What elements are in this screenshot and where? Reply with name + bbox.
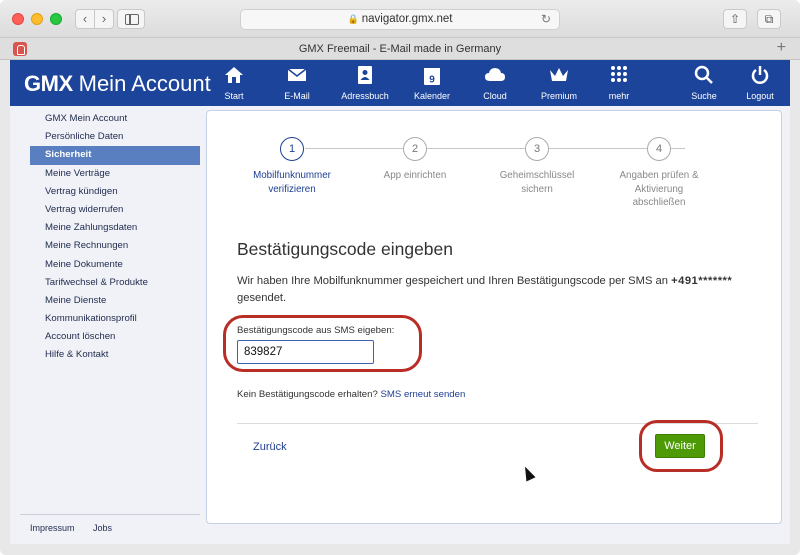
sidebar-item-meine-vertraege[interactable]: Meine Verträge (30, 165, 200, 183)
nav-label: Kalender (413, 91, 451, 101)
address-bar[interactable]: 🔒 navigator.gmx.net ↻ (240, 9, 560, 30)
step-label-line: abschließen (632, 197, 686, 208)
step-label-line: Geheimschlüssel (499, 170, 575, 181)
brand-bold: GMX (24, 71, 73, 96)
nav-premium[interactable]: Premium (526, 65, 592, 101)
nav-label: Cloud (483, 91, 507, 101)
mouse-cursor-icon (520, 464, 536, 482)
step-3-circle: 3 (525, 137, 549, 161)
step-label-line: Angaben prüfen & (619, 170, 699, 181)
tab-overview-icon[interactable]: ⧉ (757, 9, 781, 29)
gmx-header: GMX Mein Account Start E-Mail Adressbuch … (10, 60, 790, 106)
step-3-label: Geheimschlüssel sichern (482, 169, 592, 196)
wizard-steps: 1 Mobilfunknummer verifizieren 2 App ein… (207, 137, 783, 217)
page-title: Bestätigungscode eingeben (237, 239, 454, 259)
step-2-label: App einrichten (360, 169, 470, 183)
power-icon (727, 65, 793, 89)
sms-sent-message: Wir haben Ihre Mobilfunknummer gespeiche… (237, 273, 757, 307)
calendar-day: 9 (429, 75, 435, 86)
step-1-circle: 1 (280, 137, 304, 161)
zoom-window-button[interactable] (50, 13, 62, 25)
lock-icon: 🔒 (347, 14, 359, 24)
cloud-icon (462, 65, 528, 89)
resend-sms-link[interactable]: SMS erneut senden (380, 389, 465, 400)
browser-window: ‹ › 🔒 navigator.gmx.net ↻ ⇧ ⧉ GMX Freemai… (0, 0, 800, 555)
sidebar-item-hilfe[interactable]: Hilfe & Kontakt (30, 346, 200, 364)
nav-label: Adressbuch (341, 91, 389, 101)
url-text: navigator.gmx.net (361, 13, 453, 25)
step-2-circle: 2 (403, 137, 427, 161)
step-label-line: App einrichten (383, 170, 447, 181)
home-icon (201, 65, 267, 89)
step-4-label: Angaben prüfen & Aktivierung abschließen (604, 169, 714, 210)
brand-logo[interactable]: GMX Mein Account (24, 71, 211, 97)
nav-label: Premium (540, 91, 577, 101)
step-1-label: Mobilfunknummer verifizieren (237, 169, 347, 196)
footer-link-jobs[interactable]: Jobs (93, 523, 112, 533)
no-code-question: Kein Bestätigungscode erhalten? (237, 389, 381, 400)
nav-label: Logout (746, 91, 774, 101)
browser-toolbar: ‹ › 🔒 navigator.gmx.net ↻ ⇧ ⧉ (0, 0, 800, 38)
message-text: Wir haben Ihre Mobilfunknummer gespeiche… (237, 275, 668, 287)
brand-rest: Mein Account (78, 71, 211, 96)
addressbook-icon (332, 65, 398, 89)
highlight-ring-code (223, 315, 422, 372)
crown-icon (526, 65, 592, 89)
minimize-window-button[interactable] (31, 13, 43, 25)
sidebar-item-rechnungen[interactable]: Meine Rechnungen (30, 237, 200, 255)
nav-cloud[interactable]: Cloud (462, 65, 528, 101)
sidebar-item-vertrag-kuendigen[interactable]: Vertrag kündigen (30, 183, 200, 201)
masked-phone-number: +491******* (671, 275, 733, 287)
sidebar-item-zahlungsdaten[interactable]: Meine Zahlungsdaten (30, 219, 200, 237)
nav-kalender[interactable]: 9 Kalender (399, 65, 465, 101)
steps-connector (305, 148, 685, 149)
sidebar-item-vertrag-widerrufen[interactable]: Vertrag widerrufen (30, 201, 200, 219)
nav-label: Start (224, 91, 244, 101)
tab-title[interactable]: GMX Freemail - E-Mail made in Germany (0, 43, 800, 55)
close-window-button[interactable] (12, 13, 24, 25)
back-link[interactable]: Zurück (253, 441, 287, 453)
sidebar-item-dienste[interactable]: Meine Dienste (30, 292, 200, 310)
back-arrow-icon[interactable]: ‹ (75, 9, 95, 29)
nav-email[interactable]: E-Mail (264, 65, 330, 101)
sidebar-item-tarifwechsel[interactable]: Tarifwechsel & Produkte (30, 274, 200, 292)
forward-arrow-icon[interactable]: › (94, 9, 114, 29)
sidebar-item-persoenliche-daten[interactable]: Persönliche Daten (30, 128, 200, 146)
nav-label: E-Mail (284, 91, 310, 101)
sidebar-item-mein-account[interactable]: GMX Mein Account (30, 110, 200, 128)
share-icon[interactable]: ⇧ (723, 9, 747, 29)
no-code-received-text: Kein Bestätigungscode erhalten? SMS erne… (237, 389, 465, 400)
nav-label: Suche (691, 91, 717, 101)
step-label-line: Aktivierung (634, 183, 684, 195)
page-footer: Impressum Jobs (20, 514, 200, 533)
nav-start[interactable]: Start (201, 65, 267, 101)
mail-icon (264, 65, 330, 89)
nav-adressbuch[interactable]: Adressbuch (332, 65, 398, 101)
step-label-line: Mobilfunknummer (253, 170, 331, 181)
calendar-icon: 9 (399, 65, 465, 89)
security-wizard-card: 1 Mobilfunknummer verifizieren 2 App ein… (206, 110, 782, 524)
sidebar-item-sicherheit[interactable]: Sicherheit (30, 146, 200, 165)
sidebar-item-account-loeschen[interactable]: Account löschen (30, 328, 200, 346)
reload-icon[interactable]: ↻ (541, 10, 551, 29)
sidebar-item-kommunikationsprofil[interactable]: Kommunikationsprofil (30, 310, 200, 328)
nav-logout[interactable]: Logout (727, 65, 793, 101)
account-sidebar: GMX Mein Account Persönliche Daten Siche… (30, 110, 200, 365)
sidebar-item-dokumente[interactable]: Meine Dokumente (30, 256, 200, 274)
step-label-line: sichern (521, 183, 553, 195)
footer-link-impressum[interactable]: Impressum (30, 523, 75, 533)
tab-strip: GMX Freemail - E-Mail made in Germany + (0, 38, 800, 60)
message-text-end: gesendet. (237, 292, 287, 304)
nav-label: mehr (608, 91, 630, 101)
nav-mehr[interactable]: mehr (586, 65, 652, 101)
grid-icon (586, 65, 652, 89)
step-label-line: verifizieren (268, 183, 316, 195)
page-content: GMX Mein Account Persönliche Daten Siche… (10, 106, 790, 544)
step-4-circle: 4 (647, 137, 671, 161)
new-tab-icon[interactable]: + (777, 39, 786, 57)
sidebar-toggle-icon[interactable] (117, 9, 145, 29)
highlight-ring-next (639, 420, 723, 472)
